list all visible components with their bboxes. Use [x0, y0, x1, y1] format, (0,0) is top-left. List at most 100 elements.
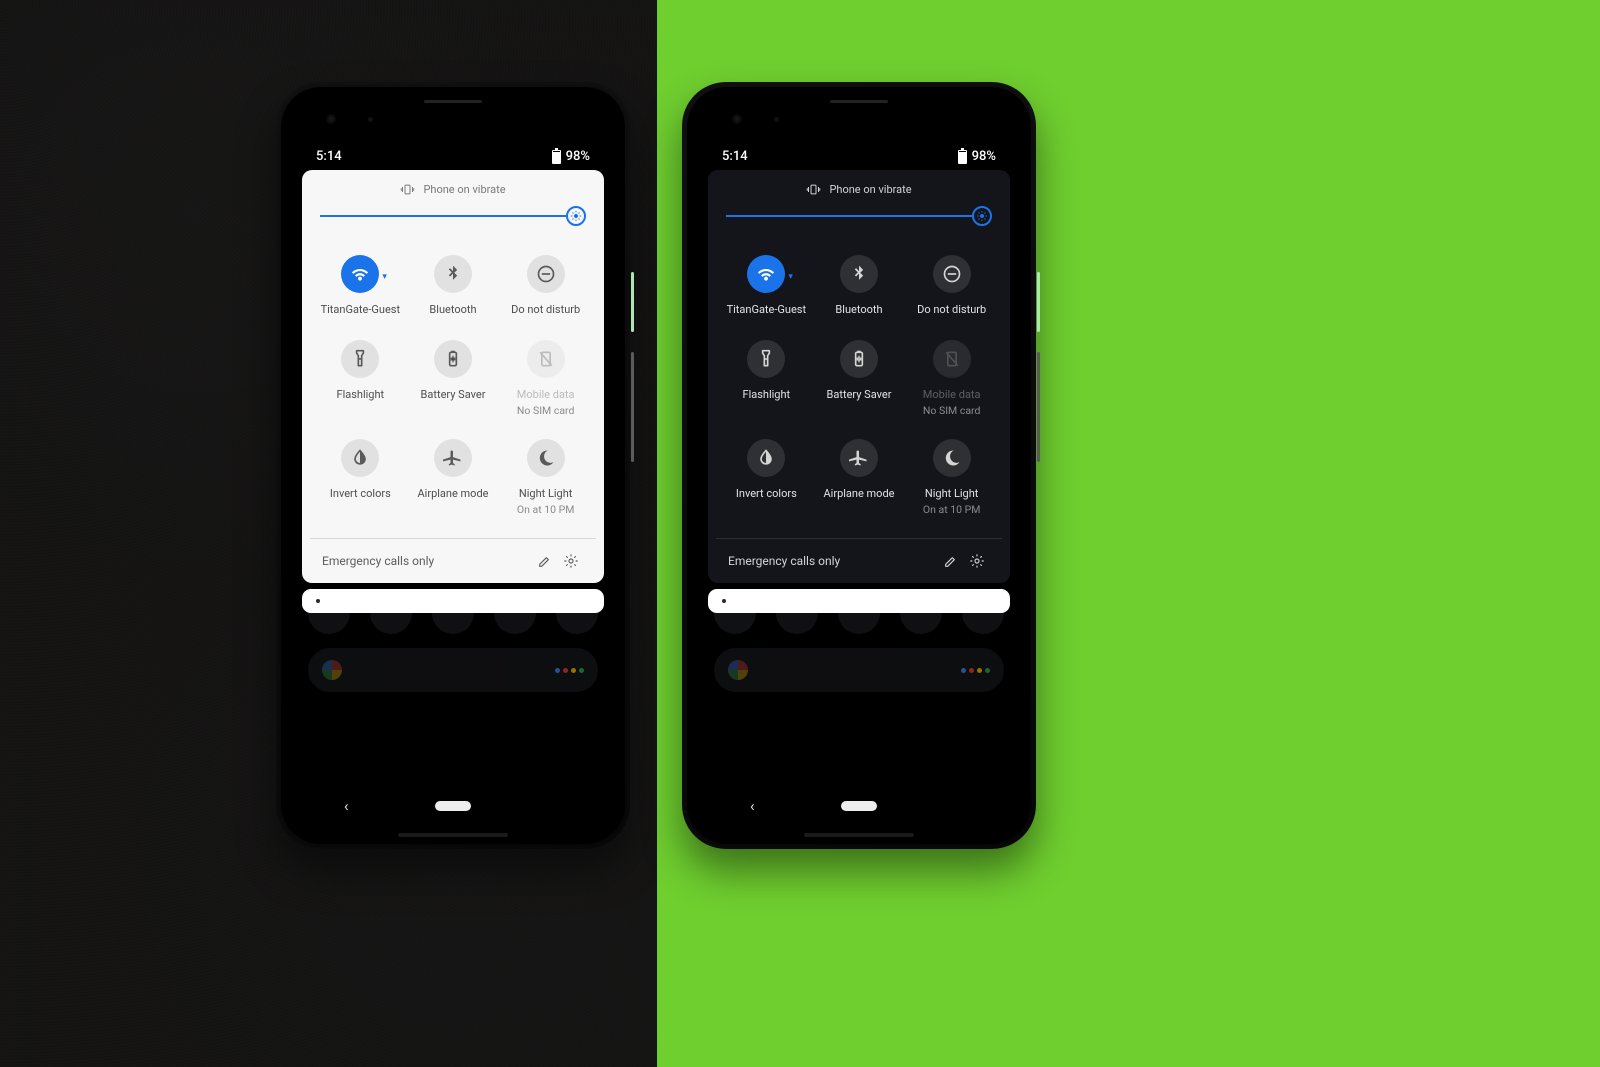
back-button[interactable]: ‹ [750, 797, 755, 815]
tile-label: Night Light [517, 487, 575, 502]
qs-tile-mobile-data[interactable]: Mobile data No SIM card [907, 340, 996, 417]
tile-label: Airplane mode [417, 487, 488, 502]
nosim-icon [933, 340, 971, 378]
background-left: 5:14 98% Phone on vibrate ▾ [0, 0, 657, 1067]
volume-rocker[interactable] [1037, 352, 1040, 462]
earpiece [424, 100, 482, 103]
qs-tile-wifi[interactable]: ▾ TitanGate-Guest [316, 255, 405, 318]
background-right: 5:14 98% Phone on vibrate ▾ [657, 0, 1600, 1067]
tile-label: Night Light [923, 487, 981, 502]
battsaver-icon [840, 340, 878, 378]
invert-icon [747, 439, 785, 477]
vibrate-icon [400, 182, 415, 197]
battery-pct: 98% [566, 149, 590, 164]
brightness-slider[interactable] [320, 203, 586, 229]
status-time: 5:14 [316, 149, 342, 164]
quick-settings-panel: Phone on vibrate ▾ TitanGate-Guest Bluet… [302, 170, 604, 583]
home-pill[interactable] [841, 801, 877, 811]
status-bar: 5:14 98% [700, 145, 1018, 166]
tile-sublabel: No SIM card [517, 404, 575, 417]
battery-icon [958, 150, 967, 164]
volume-rocker[interactable] [631, 352, 634, 462]
qs-tile-airplane[interactable]: Airplane mode [409, 439, 498, 516]
network-status: Emergency calls only [322, 554, 434, 568]
qs-tile-night-light[interactable]: Night Light On at 10 PM [501, 439, 590, 516]
tile-label: Do not disturb [511, 303, 580, 318]
settings-button[interactable] [558, 553, 584, 569]
phone-dark: 5:14 98% Phone on vibrate ▾ [682, 82, 1036, 849]
brightness-track [726, 215, 992, 217]
qs-tile-night-light[interactable]: Night Light On at 10 PM [907, 439, 996, 516]
quick-settings-panel: Phone on vibrate ▾ TitanGate-Guest Bluet… [708, 170, 1010, 583]
proximity-sensor [774, 117, 779, 122]
bottom-speaker [804, 833, 914, 837]
qs-tile-wifi[interactable]: ▾ TitanGate-Guest [722, 255, 811, 318]
status-time: 5:14 [722, 149, 748, 164]
tile-sublabel: On at 10 PM [517, 503, 575, 516]
tile-label: Airplane mode [823, 487, 894, 502]
tile-label: TitanGate-Guest [321, 303, 401, 318]
qs-tile-airplane[interactable]: Airplane mode [815, 439, 904, 516]
qs-tile-bluetooth[interactable]: Bluetooth [409, 255, 498, 318]
tile-label: Invert colors [736, 487, 797, 502]
notification-card[interactable] [302, 589, 604, 613]
settings-button[interactable] [964, 553, 990, 569]
phone-light: 5:14 98% Phone on vibrate ▾ [276, 82, 630, 849]
nav-bar: ‹ [294, 786, 612, 826]
brightness-icon[interactable] [972, 206, 992, 226]
qs-tile-mobile-data[interactable]: Mobile data No SIM card [501, 340, 590, 417]
tile-label: Bluetooth [429, 303, 476, 318]
qs-tile-invert[interactable]: Invert colors [316, 439, 405, 516]
tile-sublabel: On at 10 PM [923, 503, 981, 516]
invert-icon [341, 439, 379, 477]
notification-dot-icon [722, 599, 726, 603]
moon-icon [933, 439, 971, 477]
brightness-icon[interactable] [566, 206, 586, 226]
back-button[interactable]: ‹ [344, 797, 349, 815]
tile-label: Do not disturb [917, 303, 986, 318]
qs-tile-dnd[interactable]: Do not disturb [501, 255, 590, 318]
qs-tile-invert[interactable]: Invert colors [722, 439, 811, 516]
bluetooth-icon [434, 255, 472, 293]
nosim-icon [527, 340, 565, 378]
qs-tile-batt-saver[interactable]: Battery Saver [409, 340, 498, 417]
power-button[interactable] [1037, 272, 1040, 332]
notification-card[interactable] [708, 589, 1010, 613]
edit-button[interactable] [532, 553, 558, 569]
dnd-icon [933, 255, 971, 293]
brightness-slider[interactable] [726, 203, 992, 229]
nav-bar: ‹ [700, 786, 1018, 826]
tile-label: Mobile data [923, 388, 981, 403]
notification-dot-icon [316, 599, 320, 603]
qs-tile-batt-saver[interactable]: Battery Saver [815, 340, 904, 417]
tile-label: Flashlight [336, 388, 384, 403]
tile-label: Bluetooth [835, 303, 882, 318]
edit-button[interactable] [938, 553, 964, 569]
battsaver-icon [434, 340, 472, 378]
ringer-status[interactable]: Phone on vibrate [708, 170, 1010, 203]
flashlight-icon [341, 340, 379, 378]
tile-label: TitanGate-Guest [727, 303, 807, 318]
battery-icon [552, 150, 561, 164]
chevron-down-icon: ▾ [788, 272, 793, 282]
home-pill[interactable] [435, 801, 471, 811]
qs-tile-dnd[interactable]: Do not disturb [907, 255, 996, 318]
tile-label: Flashlight [742, 388, 790, 403]
ringer-status[interactable]: Phone on vibrate [302, 170, 604, 203]
tile-label: Battery Saver [827, 388, 892, 403]
power-button[interactable] [631, 272, 634, 332]
qs-tile-grid: ▾ TitanGate-Guest Bluetooth Do not distu… [708, 235, 1010, 538]
qs-tile-flashlight[interactable]: Flashlight [722, 340, 811, 417]
status-bar: 5:14 98% [294, 145, 612, 166]
front-camera [326, 114, 336, 124]
qs-tile-bluetooth[interactable]: Bluetooth [815, 255, 904, 318]
tile-label: Battery Saver [421, 388, 486, 403]
bottom-speaker [398, 833, 508, 837]
ringer-label: Phone on vibrate [829, 183, 911, 196]
dnd-icon [527, 255, 565, 293]
earpiece [830, 100, 888, 103]
tile-sublabel: No SIM card [923, 404, 981, 417]
qs-tile-flashlight[interactable]: Flashlight [316, 340, 405, 417]
airplane-icon [434, 439, 472, 477]
airplane-icon [840, 439, 878, 477]
